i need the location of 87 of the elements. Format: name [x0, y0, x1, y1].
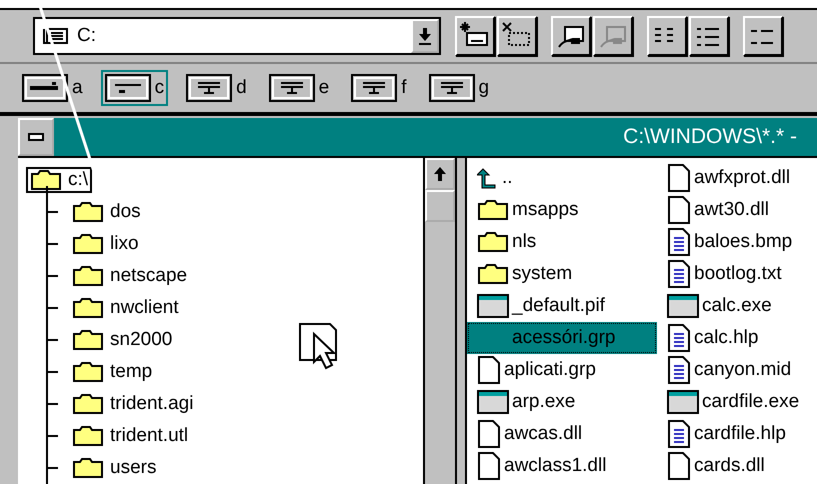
scroll-thumb[interactable] [425, 190, 456, 222]
folder-icon [72, 329, 104, 351]
folder-icon [72, 201, 104, 223]
system-menu-button[interactable] [18, 118, 54, 156]
network-drive-icon [268, 74, 315, 102]
file-item[interactable]: baloes.bmp [657, 226, 817, 258]
folder-icon [72, 457, 104, 479]
file-item[interactable]: awclass1.dll [467, 450, 657, 482]
file-item[interactable]: cardfile.exe [657, 386, 817, 418]
file-item[interactable]: canyon.mid [657, 354, 817, 386]
blank-document-icon [477, 420, 501, 448]
dropdown-button[interactable] [411, 19, 439, 53]
folder-icon [72, 297, 104, 319]
file-item[interactable]: awfxprot.dll [657, 162, 817, 194]
connect-tool-button[interactable] [455, 16, 495, 56]
file-item[interactable]: awcas.dll [467, 418, 657, 450]
folder-icon [72, 393, 104, 415]
text-document-icon [667, 324, 691, 352]
scroll-up-button[interactable] [425, 158, 456, 190]
file-item[interactable]: arp.exe [467, 386, 657, 418]
file-item[interactable]: _default.pif [467, 290, 657, 322]
tree-item[interactable]: c:\ [26, 167, 92, 193]
file-item[interactable]: cards.dll [657, 450, 817, 482]
tree-item[interactable]: netscape [68, 263, 192, 289]
folder-icon [72, 233, 104, 255]
network-drive-icon [351, 74, 398, 102]
window-icon [667, 390, 699, 414]
folder-icon [72, 425, 104, 447]
folder-icon [477, 231, 509, 253]
text-document-icon [667, 420, 691, 448]
drive-button[interactable]: d [182, 70, 251, 106]
window-icon [667, 294, 699, 318]
drive-button[interactable]: e [264, 70, 334, 106]
folder-icon [477, 263, 509, 285]
large-tool-button[interactable] [647, 16, 687, 56]
blank-document-icon [667, 452, 691, 480]
file-item[interactable]: cardfile.hlp [657, 418, 817, 450]
share-tool-button[interactable] [551, 16, 591, 56]
network-drive-icon [186, 74, 232, 102]
window-title: C:\WINDOWS\*.* - [622, 125, 798, 149]
down-arrow-icon [418, 27, 432, 45]
tree-item[interactable]: trident.utl [68, 423, 192, 449]
tree-item[interactable]: users [68, 455, 160, 481]
file-item[interactable]: system [467, 258, 657, 290]
minus-icon [28, 133, 44, 141]
file-item[interactable]: calc.exe [657, 290, 817, 322]
file-item[interactable]: bootlog.txt [657, 258, 817, 290]
text-document-icon [667, 228, 691, 256]
combo-value: C: [77, 25, 97, 47]
blank-document-icon [477, 356, 501, 384]
tree-item[interactable]: trident.agi [68, 391, 198, 417]
scrollbar[interactable] [423, 158, 456, 484]
drive-button[interactable]: c [100, 70, 168, 106]
disconnect-tool-button[interactable] [497, 16, 537, 56]
tree-item[interactable]: temp [68, 359, 156, 385]
file-item[interactable]: acessóri.grp [467, 322, 657, 354]
file-item[interactable]: .. [467, 162, 657, 194]
file-item[interactable]: calc.hlp [657, 322, 817, 354]
tree-item[interactable]: sn2000 [68, 327, 176, 353]
folder-icon [477, 199, 509, 221]
blank-document-icon [667, 164, 691, 192]
tree-item[interactable]: nwclient [68, 295, 183, 321]
hard-drive-icon [104, 74, 151, 102]
text-document-icon [667, 356, 691, 384]
blank-document-icon [667, 196, 691, 224]
up-arrow-icon [433, 166, 448, 182]
folder-icon [72, 265, 104, 287]
blank-document-icon [477, 452, 501, 480]
text-document-icon [667, 260, 691, 288]
tree-item[interactable]: lixo [68, 231, 143, 257]
folder-icon [30, 169, 62, 191]
drive-button[interactable]: g [424, 70, 494, 106]
drive-button[interactable]: a [18, 70, 87, 106]
file-item[interactable]: msapps [467, 194, 657, 226]
window-icon [477, 294, 509, 318]
folder-icon [72, 361, 104, 383]
window-icon [477, 390, 509, 414]
file-item[interactable]: aplicati.grp [467, 354, 657, 386]
network-drive-icon [428, 74, 475, 102]
drive-combo[interactable]: C: [33, 17, 441, 55]
file-item[interactable]: nls [467, 226, 657, 258]
sort-tool-button[interactable] [743, 16, 783, 56]
drive-button[interactable]: f [347, 70, 411, 106]
file-item[interactable]: awt30.dll [657, 194, 817, 226]
floppy-drive-icon [22, 74, 68, 102]
list-tool-button[interactable] [689, 16, 729, 56]
tree-item[interactable]: dos [68, 199, 145, 225]
